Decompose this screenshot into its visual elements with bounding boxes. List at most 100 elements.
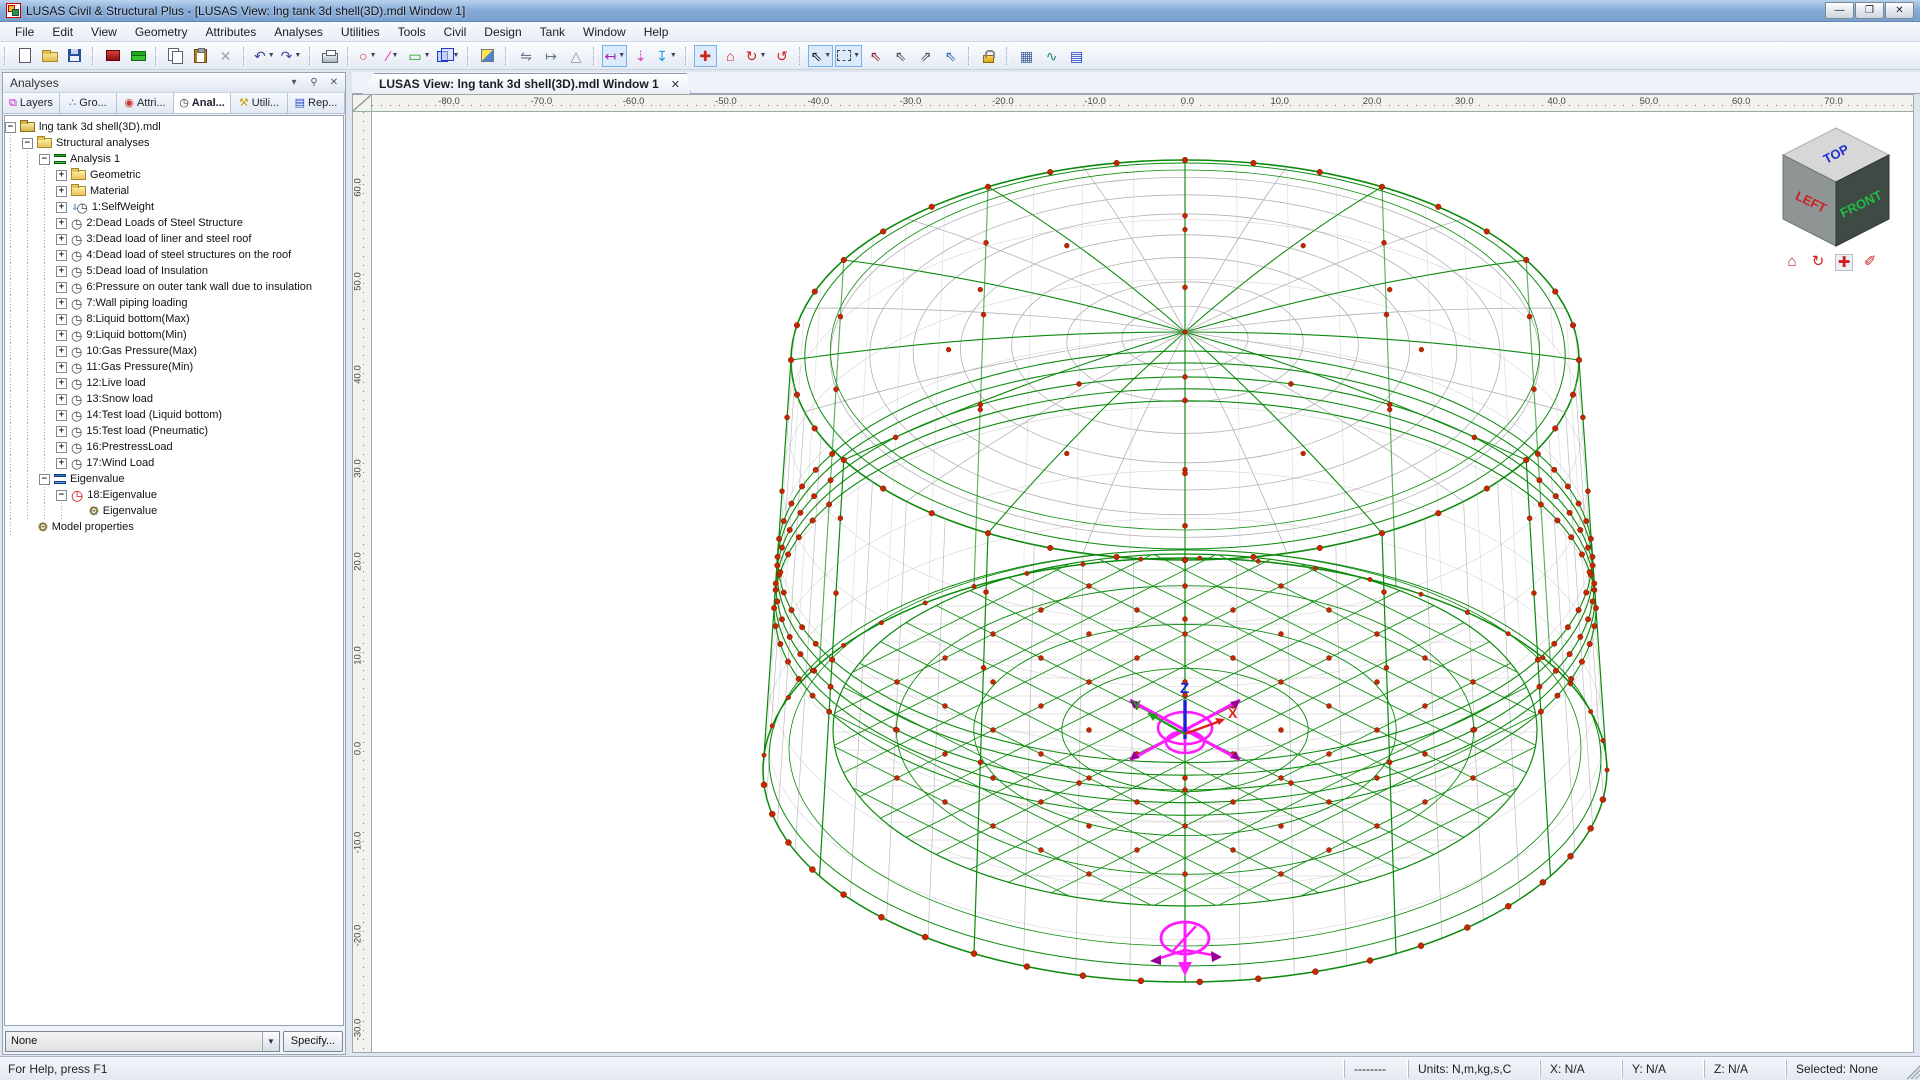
menu-design[interactable]: Design: [475, 23, 530, 41]
line-tool-button[interactable]: ∕▼: [381, 45, 404, 67]
tree-item[interactable]: +◷13:Snow load: [5, 391, 343, 407]
support-attribute-button[interactable]: ↧▼: [654, 45, 679, 67]
move-copy-button[interactable]: ↦: [539, 45, 562, 67]
panel-tab-utilities[interactable]: ⚒Utili...: [231, 93, 288, 113]
tree-item[interactable]: +◷12:Live load: [5, 375, 343, 391]
loading-attribute-button[interactable]: ⇣: [629, 45, 652, 67]
tree-item[interactable]: −lng tank 3d shell(3D).mdl: [5, 119, 343, 135]
volume-tool-button[interactable]: ▼: [435, 45, 462, 67]
sweep-button[interactable]: △: [564, 45, 587, 67]
open-button[interactable]: [38, 45, 61, 67]
surface-tool-button[interactable]: ▭▼: [406, 45, 432, 67]
tree-item[interactable]: +◷8:Liquid bottom(Max): [5, 311, 343, 327]
tree-item[interactable]: +Material: [5, 183, 343, 199]
attribute-assign-button[interactable]: ↤▼: [602, 45, 627, 67]
menu-view[interactable]: View: [82, 23, 126, 41]
dropdown-arrow-icon[interactable]: ▼: [424, 52, 431, 59]
menu-attributes[interactable]: Attributes: [197, 23, 266, 41]
model-canvas[interactable]: ZYX TOP LEFT FRONT ⌂ ↻ ✚ ✐: [372, 112, 1914, 1053]
expand-box-icon[interactable]: +: [56, 250, 67, 261]
expand-box-icon[interactable]: +: [56, 330, 67, 341]
pan-view-icon[interactable]: ✚: [1835, 254, 1853, 271]
point-tool-button[interactable]: ○▼: [356, 45, 379, 67]
panel-dropdown-icon[interactable]: ▾: [287, 77, 301, 88]
rotate-view-button[interactable]: ↻▼: [744, 45, 769, 67]
lock-modify-button[interactable]: [977, 45, 1000, 67]
redo-button[interactable]: ↷▼: [279, 45, 304, 67]
menu-help[interactable]: Help: [635, 23, 678, 41]
tree-item[interactable]: ⚙Model properties: [5, 519, 343, 535]
tree-item[interactable]: −Structural analyses: [5, 135, 343, 151]
collapse-box-icon[interactable]: −: [5, 122, 16, 133]
dropdown-arrow-icon[interactable]: ▼: [370, 52, 377, 59]
expand-box-icon[interactable]: +: [56, 202, 67, 213]
mirror-button[interactable]: ⇋: [514, 45, 537, 67]
expand-box-icon[interactable]: +: [56, 266, 67, 277]
expand-box-icon[interactable]: +: [56, 218, 67, 229]
dropdown-arrow-icon[interactable]: ▼: [268, 52, 275, 59]
pan-button[interactable]: ✚: [694, 45, 717, 67]
report-button[interactable]: ▤: [1065, 45, 1088, 67]
combo-dropdown-icon[interactable]: ▼: [262, 1032, 279, 1051]
tree-item[interactable]: +Geometric: [5, 167, 343, 183]
menu-tools[interactable]: Tools: [389, 23, 435, 41]
select-line-button[interactable]: ⇖: [864, 45, 887, 67]
tree-item[interactable]: +⇓◷1:SelfWeight: [5, 199, 343, 215]
tree-item[interactable]: +◷9:Liquid bottom(Min): [5, 327, 343, 343]
dynamic-rotate-button[interactable]: ↺: [770, 45, 793, 67]
tree-item[interactable]: +◷5:Dead load of Insulation: [5, 263, 343, 279]
tree-item[interactable]: +◷16:PrestressLoad: [5, 439, 343, 455]
expand-box-icon[interactable]: +: [56, 282, 67, 293]
tree-item[interactable]: +◷7:Wall piping loading: [5, 295, 343, 311]
tree-item[interactable]: +◷4:Dead load of steel structures on the…: [5, 247, 343, 263]
resize-grip[interactable]: [1906, 1059, 1920, 1079]
collapse-box-icon[interactable]: −: [56, 490, 67, 501]
expand-box-icon[interactable]: +: [56, 458, 67, 469]
expand-box-icon[interactable]: +: [56, 346, 67, 357]
tree-item[interactable]: +◷10:Gas Pressure(Max): [5, 343, 343, 359]
panel-close-icon[interactable]: ✕: [327, 77, 341, 88]
panel-tab-attributes[interactable]: ◉Attri...: [117, 93, 174, 113]
panel-tab-groups[interactable]: ∴Gro...: [60, 93, 117, 113]
paste-button[interactable]: [189, 45, 212, 67]
select-drag-button[interactable]: ⇖: [889, 45, 912, 67]
close-button[interactable]: ✕: [1885, 2, 1914, 19]
menu-window[interactable]: Window: [574, 23, 635, 41]
dropdown-arrow-icon[interactable]: ▼: [392, 52, 399, 59]
copy-button[interactable]: [164, 45, 187, 67]
tree-item[interactable]: +◷14:Test load (Liquid bottom): [5, 407, 343, 423]
expand-box-icon[interactable]: +: [56, 378, 67, 389]
tree-item[interactable]: +◷2:Dead Loads of Steel Structure: [5, 215, 343, 231]
tree-item[interactable]: +◷17:Wind Load: [5, 455, 343, 471]
dropdown-arrow-icon[interactable]: ▼: [853, 52, 860, 59]
expand-box-icon[interactable]: +: [56, 410, 67, 421]
delete-button[interactable]: ✕: [214, 45, 237, 67]
panel-pin-icon[interactable]: ⚲: [307, 77, 321, 88]
dropdown-arrow-icon[interactable]: ▼: [294, 52, 301, 59]
dropdown-arrow-icon[interactable]: ▼: [670, 52, 677, 59]
new-button[interactable]: [13, 45, 36, 67]
tree-item[interactable]: −◷18:Eigenvalue: [5, 487, 343, 503]
menu-utilities[interactable]: Utilities: [332, 23, 389, 41]
expand-box-icon[interactable]: +: [56, 186, 67, 197]
expand-box-icon[interactable]: +: [56, 394, 67, 405]
layers-button[interactable]: [126, 45, 149, 67]
menu-edit[interactable]: Edit: [43, 23, 82, 41]
model-properties-button[interactable]: [101, 45, 124, 67]
select-rotate-button[interactable]: ⇗: [914, 45, 937, 67]
menu-civil[interactable]: Civil: [435, 23, 476, 41]
expand-box-icon[interactable]: +: [56, 314, 67, 325]
view-cube[interactable]: TOP LEFT FRONT ⌂ ↻ ✚ ✐: [1781, 126, 1891, 286]
expand-box-icon[interactable]: +: [56, 234, 67, 245]
collapse-box-icon[interactable]: −: [39, 154, 50, 165]
home-view-button[interactable]: ⌂: [719, 45, 742, 67]
menu-analyses[interactable]: Analyses: [265, 23, 332, 41]
tree-item[interactable]: +◷11:Gas Pressure(Min): [5, 359, 343, 375]
maximize-button[interactable]: ❐: [1855, 2, 1884, 19]
minimize-button[interactable]: —: [1825, 2, 1854, 19]
home-view-icon[interactable]: ⌂: [1783, 254, 1801, 271]
expand-box-icon[interactable]: +: [56, 170, 67, 181]
menu-geometry[interactable]: Geometry: [126, 23, 197, 41]
select-cursor-button[interactable]: ⇖▼: [808, 45, 833, 67]
collapse-box-icon[interactable]: −: [39, 474, 50, 485]
